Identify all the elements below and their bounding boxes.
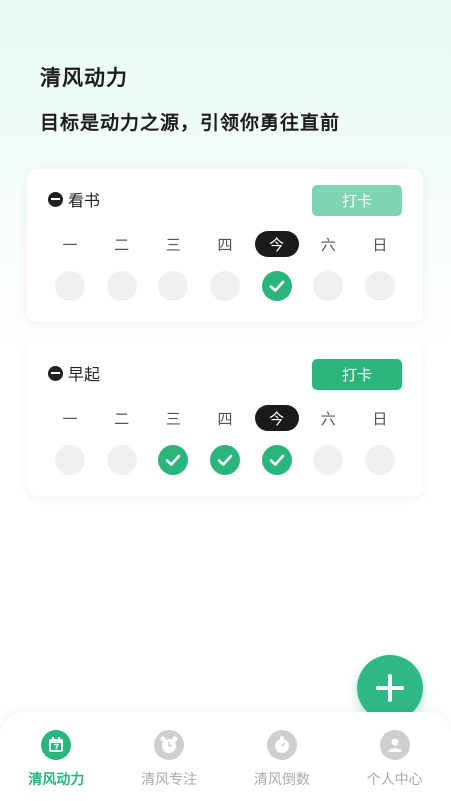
status-slot xyxy=(151,445,195,475)
stopwatch-icon xyxy=(266,730,297,760)
weekday-row: 一二三四今六日 xyxy=(48,405,402,431)
status-slot xyxy=(48,271,92,301)
unchecked-day-circle xyxy=(364,271,395,301)
status-slot xyxy=(48,445,92,475)
weekday-row: 一二三四今六日 xyxy=(48,231,402,257)
day-label: 日 xyxy=(372,235,388,254)
day-label: 六 xyxy=(320,235,336,254)
remove-habit-icon[interactable] xyxy=(48,191,63,207)
unchecked-day-circle xyxy=(313,271,344,301)
calendar-icon xyxy=(41,730,72,760)
unchecked-day-circle xyxy=(106,445,137,475)
day-label: 一 xyxy=(62,235,78,254)
unchecked-day-circle xyxy=(209,271,240,301)
tab-qingfeng-dongli[interactable]: 清风动力 xyxy=(0,712,113,801)
habit-card-head: 早起 xyxy=(48,361,100,385)
status-slot xyxy=(100,445,144,475)
unchecked-day-circle xyxy=(55,271,85,301)
page-subtitle: 目标是动力之源，引领你勇往直前 xyxy=(40,112,341,134)
day-label-today: 今 xyxy=(254,231,299,257)
day-label: 二 xyxy=(114,235,130,254)
day-label: 三 xyxy=(165,409,181,428)
status-slot xyxy=(306,445,350,475)
day-label: 四 xyxy=(217,409,233,428)
status-slot xyxy=(255,445,299,475)
status-slot xyxy=(203,271,247,301)
habit-name: 早起 xyxy=(68,365,101,384)
status-slot xyxy=(151,271,195,301)
day-label: 六 xyxy=(320,409,336,428)
tab-label: 清风动力 xyxy=(28,772,85,788)
checkmark-icon xyxy=(166,454,181,466)
unchecked-day-circle xyxy=(313,445,344,475)
page-title: 清风动力 xyxy=(40,66,128,90)
day-label: 一 xyxy=(62,409,78,428)
plus-icon xyxy=(376,674,404,702)
habit-card-head: 看书 xyxy=(48,187,100,211)
checked-day-circle xyxy=(261,445,292,475)
status-slot xyxy=(203,445,247,475)
checked-day-circle xyxy=(261,271,292,301)
unchecked-day-circle xyxy=(106,271,137,301)
header: 清风动力 目标是动力之源，引领你勇往直前 xyxy=(40,62,340,135)
day-label: 二 xyxy=(114,409,130,428)
status-slot xyxy=(255,271,299,301)
unchecked-day-circle xyxy=(55,445,85,475)
bottom-tabbar: 清风动力 清风专注 清风倒数 个人中心 xyxy=(0,712,451,801)
checkmark-icon xyxy=(269,454,284,466)
day-label-today: 今 xyxy=(254,405,299,431)
tab-label: 清风专注 xyxy=(141,772,198,788)
tab-label: 个人中心 xyxy=(366,772,423,788)
unchecked-day-circle xyxy=(158,271,189,301)
alarm-clock-icon xyxy=(154,730,185,760)
status-row xyxy=(48,271,402,301)
checkin-button[interactable]: 打卡 xyxy=(312,185,402,216)
checkin-button[interactable]: 打卡 xyxy=(312,359,402,390)
status-slot xyxy=(358,445,402,475)
checked-day-circle xyxy=(158,445,189,475)
status-slot xyxy=(358,271,402,301)
person-icon xyxy=(379,730,410,760)
day-label: 四 xyxy=(217,235,233,254)
unchecked-day-circle xyxy=(364,445,395,475)
checkmark-icon xyxy=(269,280,284,292)
tab-qingfeng-daoshu[interactable]: 清风倒数 xyxy=(226,712,339,801)
checked-day-circle xyxy=(209,445,240,475)
day-label: 日 xyxy=(372,409,388,428)
day-label: 三 xyxy=(165,235,181,254)
habit-card[interactable]: 早起 打卡 一 二 三 四 今 六 日 xyxy=(27,343,423,496)
tab-personal-center[interactable]: 个人中心 xyxy=(338,712,451,801)
remove-habit-icon[interactable] xyxy=(48,365,63,381)
status-slot xyxy=(100,271,144,301)
tab-qingfeng-zhuanzhu[interactable]: 清风专注 xyxy=(113,712,226,801)
status-row xyxy=(48,445,402,475)
checkmark-icon xyxy=(217,454,233,466)
tab-label: 清风倒数 xyxy=(253,772,310,788)
habit-card[interactable]: 看书 打卡 一 二 三 四 今 六 日 xyxy=(27,169,423,322)
habit-name: 看书 xyxy=(68,191,101,210)
status-slot xyxy=(306,271,350,301)
